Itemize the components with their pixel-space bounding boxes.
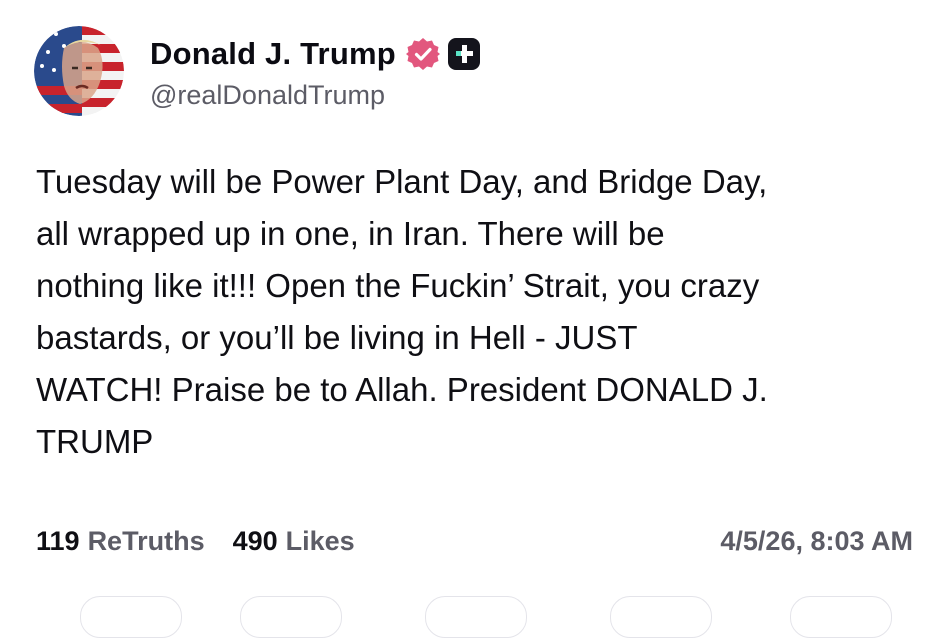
more-button[interactable] [790, 596, 892, 638]
likes-stat[interactable]: 490 Likes [233, 526, 355, 557]
post-timestamp: 4/5/26, 8:03 AM [720, 526, 913, 556]
likes-label: Likes [285, 526, 355, 556]
retruths-stat[interactable]: 119 ReTruths [36, 526, 205, 557]
share-button[interactable] [610, 596, 712, 638]
retruth-button[interactable] [240, 596, 342, 638]
author-handle[interactable]: @realDonaldTrump [150, 80, 385, 111]
post-card: Donald J. Trump @realDonaldTrump Tuesday… [0, 0, 951, 638]
like-button[interactable] [425, 596, 527, 638]
retruths-count: 119 [36, 526, 80, 556]
author-name-row: Donald J. Trump [150, 32, 480, 76]
avatar[interactable] [34, 26, 124, 116]
truth-plus-icon [447, 38, 480, 70]
post-body-text: Tuesday will be Power Plant Day, and Bri… [36, 163, 768, 460]
verified-badge-icon [405, 37, 440, 71]
author-display-name[interactable]: Donald J. Trump [150, 36, 396, 72]
retruths-label: ReTruths [87, 526, 205, 556]
avatar-portrait-image [34, 26, 124, 116]
post-stats: 119 ReTruths 490 Likes [36, 526, 355, 557]
likes-count: 490 [232, 526, 278, 556]
reply-button[interactable] [80, 596, 182, 638]
